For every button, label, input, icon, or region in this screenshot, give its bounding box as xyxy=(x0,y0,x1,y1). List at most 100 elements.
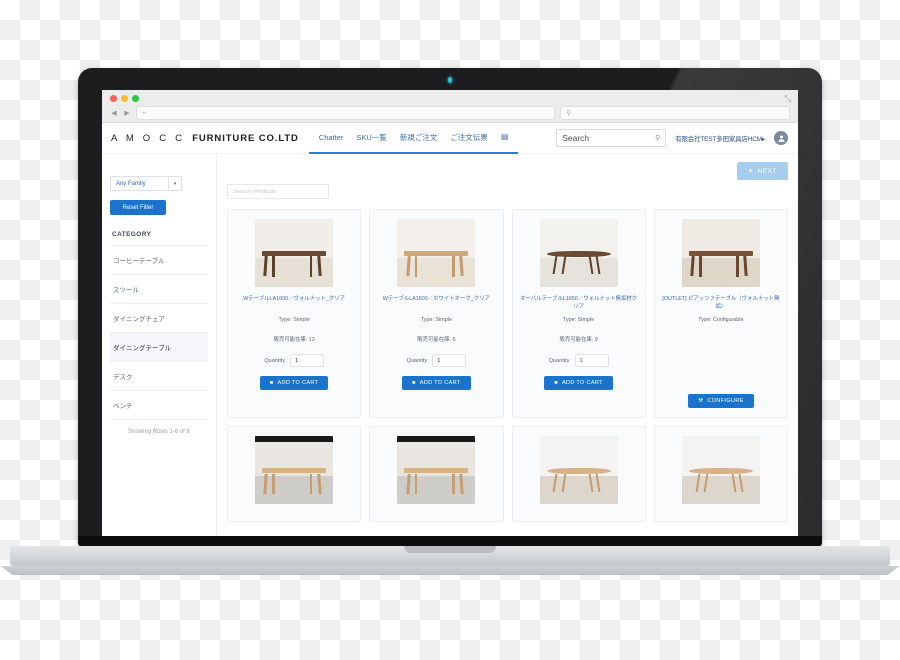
product-card[interactable]: WテーブルLA1600／ウォルナット_クリア Type: Simple 販売可能在庫… xyxy=(227,209,362,419)
quantity-input[interactable]: 1 xyxy=(574,354,609,368)
nav-item-new-order[interactable]: 新規ご注文 xyxy=(400,132,438,143)
table-leg xyxy=(451,256,455,277)
product-title[interactable]: オーバルテーブルL1650／ウォルナット無垢材クリア xyxy=(520,295,638,311)
forward-icon[interactable]: ▶ xyxy=(123,109,131,117)
add-to-cart-button[interactable]: ■ ADD TO CART xyxy=(259,376,329,390)
sparkle-icon: ✦ xyxy=(747,168,754,175)
category-item[interactable]: デスク xyxy=(110,362,208,391)
page-body: ✦ NEXT Any Family ▾ Reset Filter CATEGOR… xyxy=(102,154,798,536)
webcam-icon xyxy=(448,77,452,83)
category-item[interactable]: ダイニングテーブル xyxy=(110,333,208,362)
cart-icon: ■ xyxy=(554,380,558,387)
chevron-right-icon: ▸ xyxy=(761,136,765,143)
category-item[interactable]: ベンチ xyxy=(110,391,208,420)
minimize-icon[interactable] xyxy=(121,95,128,102)
search-products-input[interactable]: Search Products xyxy=(227,184,329,199)
image-band xyxy=(255,436,334,443)
product-title[interactable]: WテーブルLA1600／ホワイトオーク_クリア xyxy=(383,295,490,311)
brand-logo[interactable]: A M O C C FURNITURE CO.LTD xyxy=(111,133,309,144)
close-icon[interactable] xyxy=(110,95,117,102)
app-header: A M O C C FURNITURE CO.LTD Chatter SKU一覧… xyxy=(102,123,798,154)
new-tab-icon[interactable]: + xyxy=(142,110,146,117)
product-card[interactable]: オーバルテーブルL1650／ウォルナット無垢材クリア Type: Simple 販売… xyxy=(511,209,646,419)
product-card[interactable] xyxy=(511,426,646,523)
main-nav: Chatter SKU一覧 新規ご注文 ご注文伝票 ▤ xyxy=(308,123,519,154)
add-to-cart-button[interactable]: ■ ADD TO CART xyxy=(544,376,613,391)
next-button[interactable]: ✦ NEXT xyxy=(736,162,788,180)
cart-icon: ■ xyxy=(269,380,274,386)
product-image-wrapper xyxy=(255,219,334,287)
avatar[interactable] xyxy=(774,131,788,145)
quantity-row: Quantity 1 xyxy=(548,354,609,368)
nav-item-sku-list[interactable]: SKU一覧 xyxy=(356,132,386,143)
product-image xyxy=(397,219,476,287)
quantity-label: Quantity xyxy=(264,357,286,364)
category-item[interactable]: コーヒーテーブル xyxy=(110,246,208,275)
image-floor xyxy=(539,475,618,505)
table-leg xyxy=(272,473,275,494)
quantity-label: Quantity xyxy=(548,357,570,364)
laptop-screen: ⤡ ◀ ▶ + ⚲ A M O C C FURNITURE CO.LTD Cha… xyxy=(102,90,798,536)
back-icon[interactable]: ◀ xyxy=(110,109,118,117)
window-controls[interactable] xyxy=(110,95,139,102)
image-band xyxy=(397,436,476,443)
category-list: コーヒーテーブル スツール ダイニングチェア ダイニングテーブル デスク ベンチ xyxy=(110,246,208,420)
product-image-wrapper xyxy=(397,219,476,287)
product-stock: 販売可能在庫: 6 xyxy=(417,337,456,343)
product-type: Type: Simple xyxy=(420,317,452,323)
cart-icon: ■ xyxy=(412,380,416,386)
family-filter-select[interactable]: Any Family ▾ xyxy=(110,176,182,191)
laptop-base xyxy=(10,546,890,566)
table-leg xyxy=(414,473,418,494)
quantity-input[interactable]: 1 xyxy=(290,354,325,367)
image-floor xyxy=(681,475,760,505)
quantity-row: Quantity 1 xyxy=(406,354,467,367)
product-type: Type: Simple xyxy=(563,317,595,324)
product-image xyxy=(539,219,618,287)
product-image xyxy=(255,436,334,505)
browser-search-bar[interactable]: ⚲ xyxy=(560,106,790,120)
header-right-group: Search ⚲ 有限会社TEST多田家具店HCM▸ xyxy=(556,129,788,147)
category-item[interactable]: ダイニングチェア xyxy=(110,304,208,333)
product-grid: WテーブルLA1600／ウォルナット_クリア Type: Simple 販売可能在庫… xyxy=(227,209,788,523)
nav-item-chatter[interactable]: Chatter xyxy=(319,133,344,142)
add-to-cart-label: ADD TO CART xyxy=(419,380,461,386)
table-top xyxy=(262,468,327,473)
product-card[interactable]: WテーブルLA1600／ホワイトオーク_クリア Type: Simple 販売可能在… xyxy=(369,209,504,419)
org-name[interactable]: 有限会社TEST多田家具店HCM▸ xyxy=(675,133,765,143)
search-input[interactable]: Search ⚲ xyxy=(556,129,667,147)
product-title[interactable]: [OUTLET] ピアッツァテーブル（ウォルナット無垢） xyxy=(662,295,780,311)
add-to-cart-button[interactable]: ■ ADD TO CART xyxy=(402,376,471,390)
table-leg xyxy=(736,256,740,277)
product-title[interactable]: WテーブルLA1600／ウォルナット_クリア xyxy=(243,295,345,311)
product-card[interactable] xyxy=(227,426,362,523)
table-leg xyxy=(699,256,702,277)
product-image-wrapper xyxy=(397,436,476,505)
reset-filter-button[interactable]: Reset Filter xyxy=(110,200,166,215)
quantity-input[interactable]: 1 xyxy=(432,354,467,367)
org-name-label: 有限会社TEST多田家具店HCM xyxy=(675,136,762,143)
product-card[interactable]: [OUTLET] ピアッツァテーブル（ウォルナット無垢） Type: Config… xyxy=(653,209,788,419)
expand-icon[interactable]: ⤡ xyxy=(785,95,791,103)
maximize-icon[interactable] xyxy=(132,95,139,102)
brand-prefix: A M O C C xyxy=(111,132,186,144)
table-top xyxy=(688,250,753,256)
image-floor xyxy=(539,258,618,287)
nav-more-icon[interactable]: ▤ xyxy=(501,133,509,141)
product-stock: 販売可能在庫: 9 xyxy=(559,337,598,344)
category-header: CATEGORY xyxy=(110,231,208,246)
search-icon: ⚲ xyxy=(655,135,661,142)
next-button-label: NEXT xyxy=(757,167,777,175)
search-icon: ⚲ xyxy=(566,110,572,117)
table-leg xyxy=(414,256,418,277)
browser-chrome: ⤡ ◀ ▶ + ⚲ xyxy=(102,90,798,123)
product-image-wrapper xyxy=(255,436,334,505)
nav-item-order-slip[interactable]: ご注文伝票 xyxy=(450,132,488,143)
address-bar[interactable]: + xyxy=(136,106,555,120)
configure-button[interactable]: ⚒ CONFIGURE xyxy=(688,394,754,409)
quantity-label: Quantity xyxy=(406,357,428,364)
category-item[interactable]: スツール xyxy=(110,275,208,304)
product-card[interactable] xyxy=(369,426,504,523)
product-card[interactable] xyxy=(653,426,788,523)
laptop-foot xyxy=(0,566,900,575)
